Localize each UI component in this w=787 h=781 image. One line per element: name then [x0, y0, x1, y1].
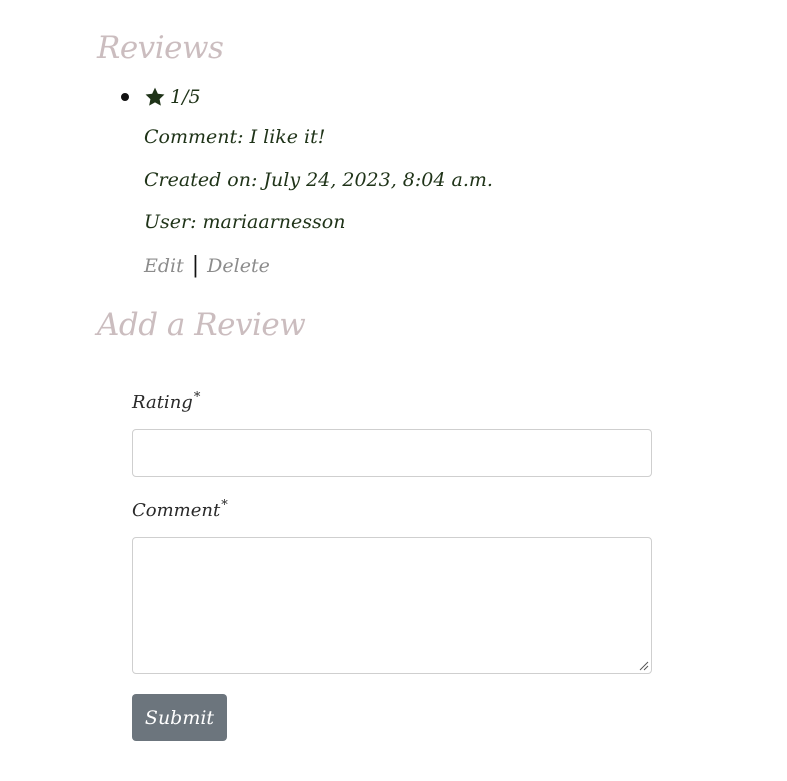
rating-label-text: Rating — [132, 392, 193, 413]
action-separator: | — [191, 253, 200, 278]
review-actions: Edit | Delete — [144, 253, 270, 278]
reviews-heading: Reviews — [97, 30, 224, 66]
delete-review-link[interactable]: Delete — [207, 255, 270, 277]
review-created-on: Created on: July 24, 2023, 8:04 a.m. — [144, 169, 493, 191]
list-bullet — [121, 93, 129, 101]
add-review-heading: Add a Review — [97, 307, 306, 343]
edit-review-link[interactable]: Edit — [144, 255, 184, 277]
review-comment: Comment: I like it! — [144, 126, 326, 148]
rating-label: Rating* — [132, 390, 200, 413]
review-rating: 1/5 — [144, 84, 201, 110]
review-user: User: mariaarnesson — [144, 211, 346, 233]
comment-label: Comment* — [132, 498, 228, 521]
comment-required-mark: * — [221, 498, 228, 513]
rating-input[interactable] — [132, 429, 652, 477]
comment-textarea[interactable] — [132, 537, 652, 674]
rating-required-mark: * — [193, 390, 201, 405]
rating-value: 1/5 — [170, 86, 201, 108]
star-icon — [145, 87, 165, 106]
textarea-resize-handle[interactable] — [638, 660, 649, 671]
comment-label-text: Comment — [132, 500, 221, 521]
submit-button[interactable]: Submit — [132, 694, 227, 741]
